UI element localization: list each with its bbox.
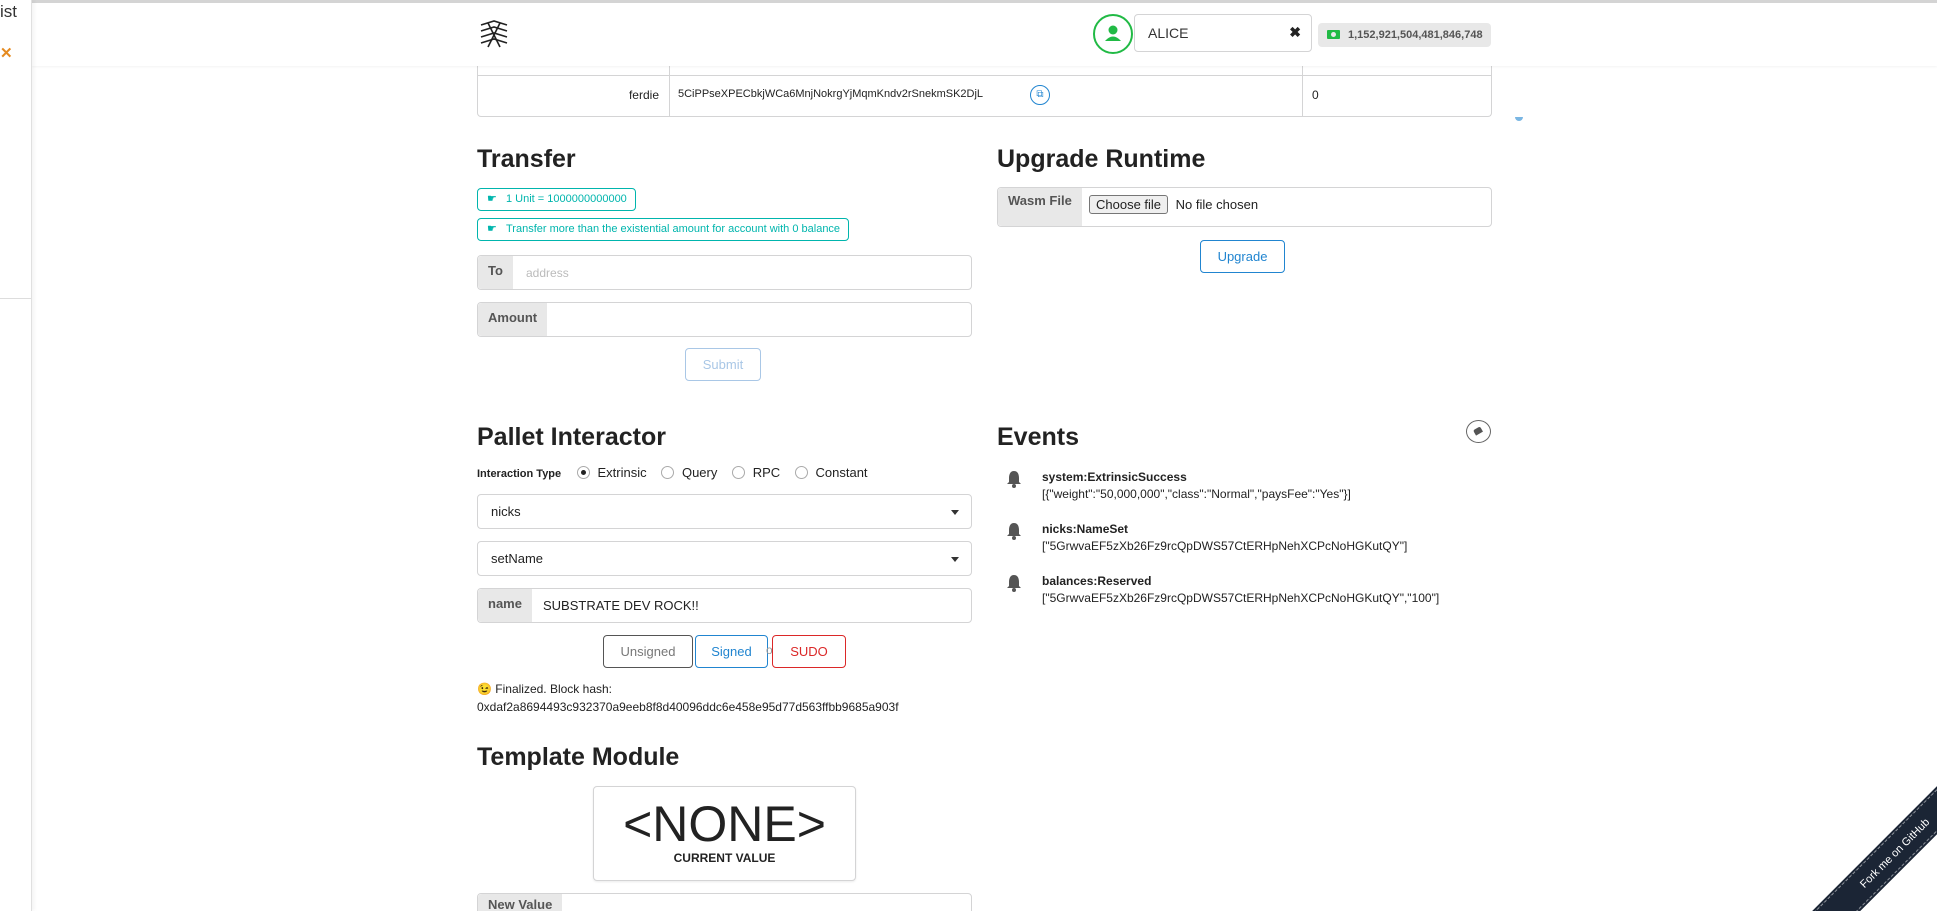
side-panel-title: ist bbox=[0, 2, 17, 21]
github-ribbon[interactable]: Fork me on GitHub bbox=[1777, 751, 1937, 911]
sudo-button[interactable]: SUDO bbox=[772, 635, 846, 668]
hand-point-right-icon: ☛ bbox=[487, 193, 497, 205]
pallet-interactor-title: Pallet Interactor bbox=[477, 423, 666, 451]
radio-label: RPC bbox=[752, 465, 781, 480]
copy-icon[interactable]: ⧉ bbox=[1030, 85, 1050, 105]
existential-info-text: Transfer more than the existential amoun… bbox=[506, 223, 841, 235]
hand-point-right-icon: ☛ bbox=[487, 223, 497, 235]
radio-button[interactable] bbox=[576, 466, 590, 479]
block-hash: 0xdaf2a8694493c932370a9eeb8f8d40096ddc6e… bbox=[477, 700, 899, 714]
account-row-balance: 0 bbox=[1312, 88, 1319, 102]
close-icon[interactable]: ✕ bbox=[0, 44, 13, 62]
radio-button[interactable] bbox=[731, 466, 745, 479]
existential-info-label: ☛ Transfer more than the existential amo… bbox=[477, 218, 850, 241]
bell-icon bbox=[1007, 523, 1021, 540]
upgrade-runtime-title: Upgrade Runtime bbox=[997, 145, 1206, 173]
name-param-value: SUBSTRATE DEV ROCK!! bbox=[543, 598, 699, 613]
pallet-value: nicks bbox=[491, 504, 521, 519]
new-value-field[interactable]: New Value bbox=[477, 893, 972, 911]
amount-field[interactable]: Amount bbox=[477, 302, 972, 337]
bell-icon bbox=[1007, 471, 1021, 488]
event-name: system:ExtrinsicSuccess bbox=[1042, 470, 1187, 484]
user-icon bbox=[1105, 25, 1121, 41]
clear-icon[interactable]: ✖ bbox=[1289, 24, 1301, 41]
to-address-field[interactable]: To address bbox=[477, 255, 972, 290]
current-value-caption: CURRENT VALUE bbox=[673, 851, 776, 865]
substrate-logo-icon[interactable] bbox=[476, 17, 512, 53]
radio-button[interactable] bbox=[660, 466, 674, 479]
transfer-title: Transfer bbox=[477, 145, 576, 173]
copy-icon-partial bbox=[1515, 117, 1523, 121]
current-value: <NONE> bbox=[623, 796, 826, 852]
radio-button[interactable] bbox=[794, 466, 808, 479]
interaction-type-label: Interaction Type bbox=[477, 468, 562, 480]
name-param-label: name bbox=[478, 589, 532, 622]
events-title: Events bbox=[997, 423, 1079, 451]
account-row-name: ferdie bbox=[628, 88, 659, 102]
radio-rpc[interactable]: RPC bbox=[731, 465, 781, 480]
account-avatar[interactable] bbox=[1093, 14, 1133, 54]
bell-icon bbox=[1007, 575, 1021, 592]
event-name: balances:Reserved bbox=[1042, 574, 1152, 588]
accounts-table: ferdie 5CiPPseXPECbkjWCa6MnjNokrgYjMqmKn… bbox=[477, 60, 1523, 121]
no-file-text: No file chosen bbox=[1175, 197, 1259, 212]
unsigned-button[interactable]: Unsigned bbox=[603, 635, 693, 668]
callable-value: setName bbox=[491, 551, 544, 566]
upgrade-button[interactable]: Upgrade bbox=[1200, 240, 1285, 273]
radio-label: Query bbox=[681, 465, 718, 480]
interaction-type-group: Interaction Type Extrinsic Query RPC Con… bbox=[477, 465, 879, 480]
radio-label: Constant bbox=[815, 465, 868, 480]
account-row-address: 5CiPPseXPECbkjWCa6MnjNokrgYjMqmKndv2rSne… bbox=[678, 88, 984, 100]
tx-status-line: 😉 Finalized. Block hash: bbox=[477, 682, 612, 696]
side-panel-divider bbox=[0, 298, 31, 299]
choose-file-button[interactable]: Choose file bbox=[1089, 195, 1169, 214]
top-menu: ALICE ✖ 1,152,921,504,481,846,748 bbox=[32, 3, 1937, 66]
pallet-dropdown[interactable]: nicks bbox=[477, 494, 972, 529]
balance-badge: 1,152,921,504,481,846,748 bbox=[1318, 23, 1491, 47]
submit-button[interactable]: Submit bbox=[685, 348, 761, 381]
event-name: nicks:NameSet bbox=[1042, 522, 1129, 536]
to-label: To bbox=[478, 256, 513, 289]
ribbon-text: Fork me on GitHub bbox=[1858, 816, 1933, 891]
table-column-divider bbox=[1302, 60, 1303, 116]
balance-value: 1,152,921,504,481,846,748 bbox=[1348, 29, 1483, 41]
table-row-divider bbox=[478, 75, 1491, 76]
left-side-panel: ist ✕ bbox=[0, 0, 32, 911]
to-address-placeholder: address bbox=[526, 266, 569, 280]
tx-status: 😉 Finalized. Block hash: 0xdaf2a8694493c… bbox=[477, 680, 899, 716]
radio-extrinsic[interactable]: Extrinsic bbox=[576, 465, 647, 480]
amount-label: Amount bbox=[478, 303, 548, 336]
unit-info-label: ☛ 1 Unit = 1000000000000 bbox=[477, 188, 636, 211]
unit-info-text: 1 Unit = 1000000000000 bbox=[506, 193, 627, 205]
new-value-label: New Value bbox=[478, 894, 563, 911]
wasm-file-label: Wasm File bbox=[998, 188, 1082, 226]
event-data: ["5GrwvaEF5zXb26Fz9rcQpDWS57CtERHpNehXCP… bbox=[1042, 591, 1440, 605]
money-icon bbox=[1327, 30, 1340, 39]
table-column-divider bbox=[669, 60, 670, 116]
radio-constant[interactable]: Constant bbox=[794, 465, 868, 480]
event-data: ["5GrwvaEF5zXb26Fz9rcQpDWS57CtERHpNehXCP… bbox=[1042, 539, 1408, 553]
wasm-file-input[interactable]: Choose file No file chosen bbox=[1089, 195, 1258, 214]
dropdown-caret-icon bbox=[951, 557, 959, 562]
account-selector[interactable]: ALICE ✖ bbox=[1134, 14, 1312, 52]
eraser-icon[interactable] bbox=[1466, 420, 1491, 443]
fork-me-link[interactable]: Fork me on GitHub bbox=[1797, 751, 1937, 911]
account-name: ALICE bbox=[1148, 25, 1189, 41]
event-data: [{"weight":"50,000,000","class":"Normal"… bbox=[1042, 487, 1351, 501]
radio-query[interactable]: Query bbox=[660, 465, 718, 480]
radio-label: Extrinsic bbox=[597, 465, 647, 480]
dropdown-caret-icon bbox=[951, 510, 959, 515]
callable-dropdown[interactable]: setName bbox=[477, 541, 972, 576]
name-param-field[interactable]: name SUBSTRATE DEV ROCK!! bbox=[477, 588, 972, 623]
current-value-card: <NONE> CURRENT VALUE bbox=[593, 786, 856, 881]
template-module-title: Template Module bbox=[477, 743, 680, 771]
signed-button[interactable]: Signed bbox=[695, 635, 768, 668]
